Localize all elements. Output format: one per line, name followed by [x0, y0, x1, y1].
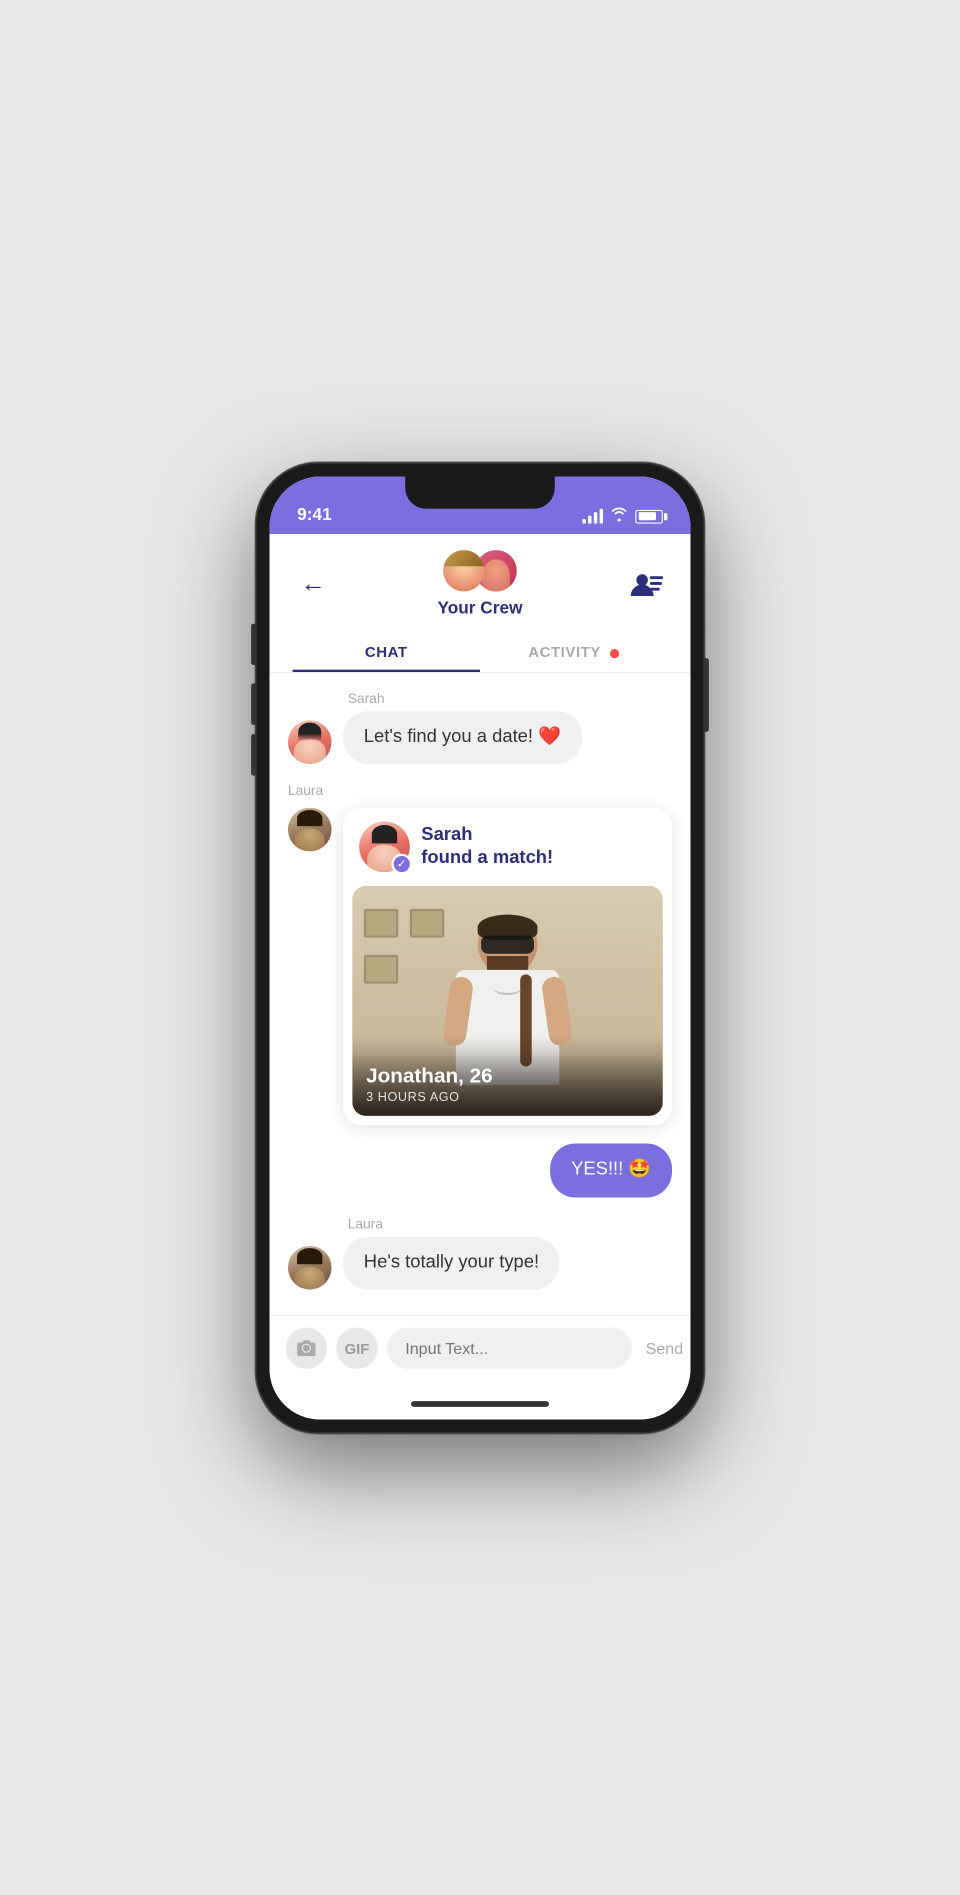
back-button[interactable]: ← — [293, 562, 334, 603]
sender-name-laura-1: Laura — [288, 782, 672, 798]
crew-title: Your Crew — [438, 598, 523, 618]
message-group-3: YES!!! 🤩 — [288, 1143, 672, 1196]
message-row-own: YES!!! 🤩 — [288, 1143, 672, 1196]
card-message-row: ✓ Sarahfound a match! — [288, 808, 672, 1125]
bubble-text-own: YES!!! 🤩 — [571, 1160, 651, 1180]
gif-button[interactable]: GIF — [336, 1327, 377, 1368]
contacts-icon — [631, 570, 663, 595]
match-time: 3 HOURS AGO — [366, 1091, 649, 1105]
tabs: CHAT ACTIVITY — [293, 631, 668, 671]
message-group-2: Laura — [288, 782, 672, 1125]
avatar-sarah-1 — [288, 720, 332, 764]
crew-avatars — [441, 547, 519, 593]
notch — [405, 476, 555, 508]
send-button[interactable]: Send — [641, 1339, 688, 1357]
activity-dot — [610, 648, 619, 657]
camera-button[interactable] — [286, 1327, 327, 1368]
tab-chat[interactable]: CHAT — [293, 631, 480, 671]
home-bar — [411, 1400, 549, 1406]
message-row-1: Let's find you a date! ❤️ — [288, 711, 672, 764]
chat-header: ← — [270, 534, 691, 672]
match-check-icon: ✓ — [391, 854, 412, 875]
status-time: 9:41 — [297, 505, 332, 525]
phone-frame: 9:41 — [256, 462, 705, 1433]
avatar-laura-2 — [288, 1246, 332, 1290]
battery-icon — [635, 509, 663, 523]
camera-icon — [297, 1340, 315, 1356]
input-bar: GIF Send — [270, 1314, 691, 1386]
sender-name-sarah-1: Sarah — [348, 690, 672, 706]
match-found-text: Sarahfound a match! — [421, 823, 553, 871]
match-card[interactable]: ✓ Sarahfound a match! — [343, 808, 672, 1125]
crew-avatar-1 — [441, 547, 487, 593]
message-input[interactable] — [387, 1327, 632, 1368]
status-icons — [582, 507, 663, 524]
bubble-own: YES!!! 🤩 — [550, 1143, 672, 1196]
bubble-sarah-1: Let's find you a date! ❤️ — [343, 711, 582, 764]
avatar-laura-1 — [288, 808, 332, 852]
match-photo: Jonathan, 26 3 HOURS AGO — [352, 886, 662, 1116]
bubble-text-sarah-1: Let's find you a date! ❤️ — [364, 727, 561, 747]
home-indicator — [270, 1387, 691, 1419]
signal-icon — [582, 508, 603, 523]
sender-name-laura-2: Laura — [348, 1215, 672, 1231]
chat-area: Sarah Let's find you a date! ❤️ — [270, 672, 691, 1315]
bubble-text-laura-2: He's totally your type! — [364, 1252, 539, 1272]
match-card-header: ✓ Sarahfound a match! — [343, 808, 672, 886]
message-group-4: Laura He's totally your type! — [288, 1215, 672, 1289]
phone-screen: 9:41 — [270, 476, 691, 1419]
contacts-button[interactable] — [626, 562, 667, 603]
header-center: Your Crew — [438, 547, 523, 617]
wifi-icon — [610, 507, 628, 524]
match-name: Jonathan, 26 — [366, 1064, 649, 1088]
message-row-laura-2: He's totally your type! — [288, 1236, 672, 1289]
bubble-laura-2: He's totally your type! — [343, 1236, 560, 1289]
message-group-1: Sarah Let's find you a date! ❤️ — [288, 690, 672, 764]
match-avatar-wrap: ✓ — [359, 821, 410, 872]
match-info-overlay: Jonathan, 26 3 HOURS AGO — [352, 1053, 662, 1116]
back-arrow-icon: ← — [301, 567, 326, 597]
gif-label: GIF — [344, 1339, 369, 1356]
tab-activity[interactable]: ACTIVITY — [480, 631, 667, 671]
